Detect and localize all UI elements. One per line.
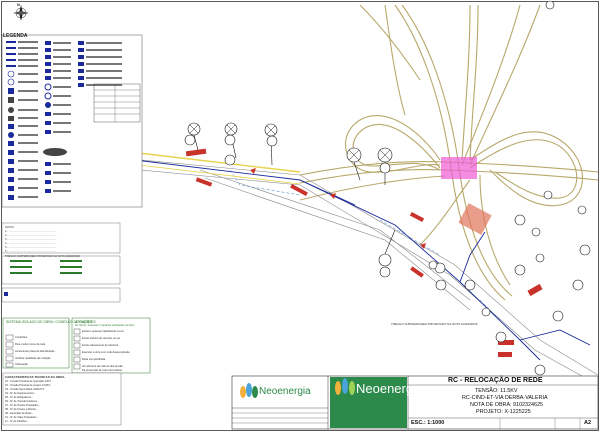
- north-label: N: [17, 2, 20, 7]
- characteristics-row-2: 02 - Tensão Primária de projeto 13,8KV: [5, 384, 51, 387]
- yellow-road: [129, 151, 301, 173]
- note-line-1: 1 - ....................................…: [5, 230, 57, 233]
- map-area: [119, 0, 599, 386]
- legend-panel: [1, 34, 143, 208]
- highlight-crossing: [441, 157, 477, 179]
- checklist-right-item-3: Existe cabeamento de telefonia: [82, 344, 119, 347]
- checklist-right-subtitle: Os riscos / Aspectos / Impactos verifica…: [75, 324, 135, 327]
- checklist-right-item-7: Dá prevenção de ruas Ferroviárias: [82, 369, 122, 372]
- characteristics-row-9: 09 - Extensão de Rede -: [5, 412, 34, 415]
- note-line-2: 2 - ....................................…: [5, 234, 57, 237]
- notes-subtitle: TRECHO SUBTERRANEO PROJETADO NA NOTA 910…: [5, 255, 80, 258]
- street-lines: [119, 157, 599, 386]
- note-line-6: 6 - ....................................…: [5, 250, 57, 253]
- notes-heading: NOTAS: [5, 226, 14, 229]
- characteristics-row-3: 03 - Tensão Secundária 220/127V: [5, 388, 45, 391]
- characteristics-row-7: 07 - Nº de Postes Projetados -: [5, 404, 40, 407]
- drawing-work-note: NOTA DE OBRA: 9102324625: [470, 402, 544, 408]
- projected-lines: [229, 169, 501, 321]
- drawing-title: RC - RELOCAÇÃO DE REDE: [448, 377, 543, 384]
- characteristics-row-1: 01 - Tensão Primária de operação 13KV: [5, 380, 52, 383]
- checklist-right-item-6: Ver abertura da rede de alta tensão: [82, 365, 123, 368]
- checklist-left-item-3: Acrescentar placa de identificação: [15, 350, 55, 353]
- sheet-size: A2: [584, 420, 592, 426]
- note-line-3: 3 - ....................................…: [5, 238, 57, 241]
- note-line-5: 5 - ....................................…: [5, 246, 57, 249]
- characteristics-row-4: 04 - Nº de Equipamentos -: [5, 392, 36, 395]
- checklist-right-item-1: Existem pessoas trabalhando na via: [82, 330, 124, 333]
- electric-network: [134, 159, 591, 361]
- interchange-roads: [299, 4, 599, 301]
- brand-name-large: Neoenergia: [356, 381, 424, 396]
- checklist-left-item-1: Condições: [15, 336, 28, 339]
- pole-callouts: [184, 0, 591, 376]
- road-work-zones: [185, 148, 543, 357]
- drawing-scale: ESC.: 1:1000: [411, 420, 445, 426]
- note-line-4: 4 - ....................................…: [5, 242, 57, 245]
- map-callout-label: TRECHO SUBTERRANEO PROJETADO NA NOTA 910…: [391, 322, 478, 326]
- checklist-left-item-2: Para mudar nome da rede: [15, 343, 46, 346]
- checklist-left-item-5: Ordenação: [15, 363, 28, 366]
- characteristics-row-8: 08 - Nº de Postes a Retirar -: [5, 408, 38, 411]
- characteristics-row-6: 06 - Nº de Transformadores -: [5, 400, 39, 403]
- checklist-right-item-4: Executar a obra com rede desenergizada: [82, 351, 130, 354]
- drawing-project: PROJETO: X-1225225: [476, 409, 531, 415]
- checklist-right-item-2: Existe trânsito de veículos na via: [82, 337, 120, 340]
- drawing-voltage: TENSÃO: 11.5KV: [475, 388, 518, 394]
- characteristics-row-10: 10 - Nº de Vãos Projetados -: [5, 416, 38, 419]
- checklist-left-item-4: Verificar qualidade da medição: [15, 357, 51, 360]
- characteristics-row-11: 11 - Nº de Padrões -: [5, 420, 29, 423]
- drawing-address: RC-CIND-ET-VIA DERBA-VALERIA: [462, 395, 548, 401]
- brand-name-small: Neoenergia: [259, 386, 311, 397]
- checklist-right-item-5: Rede compartilhada: [82, 358, 106, 361]
- north-arrow: [13, 5, 29, 21]
- characteristics-row-5: 05 - Nº de Religadores -: [5, 396, 33, 399]
- legend-title: LEGENDA: [3, 33, 28, 39]
- characteristics-title: CARACTERISTICAS TECNICAS DA OBRA: [5, 375, 65, 379]
